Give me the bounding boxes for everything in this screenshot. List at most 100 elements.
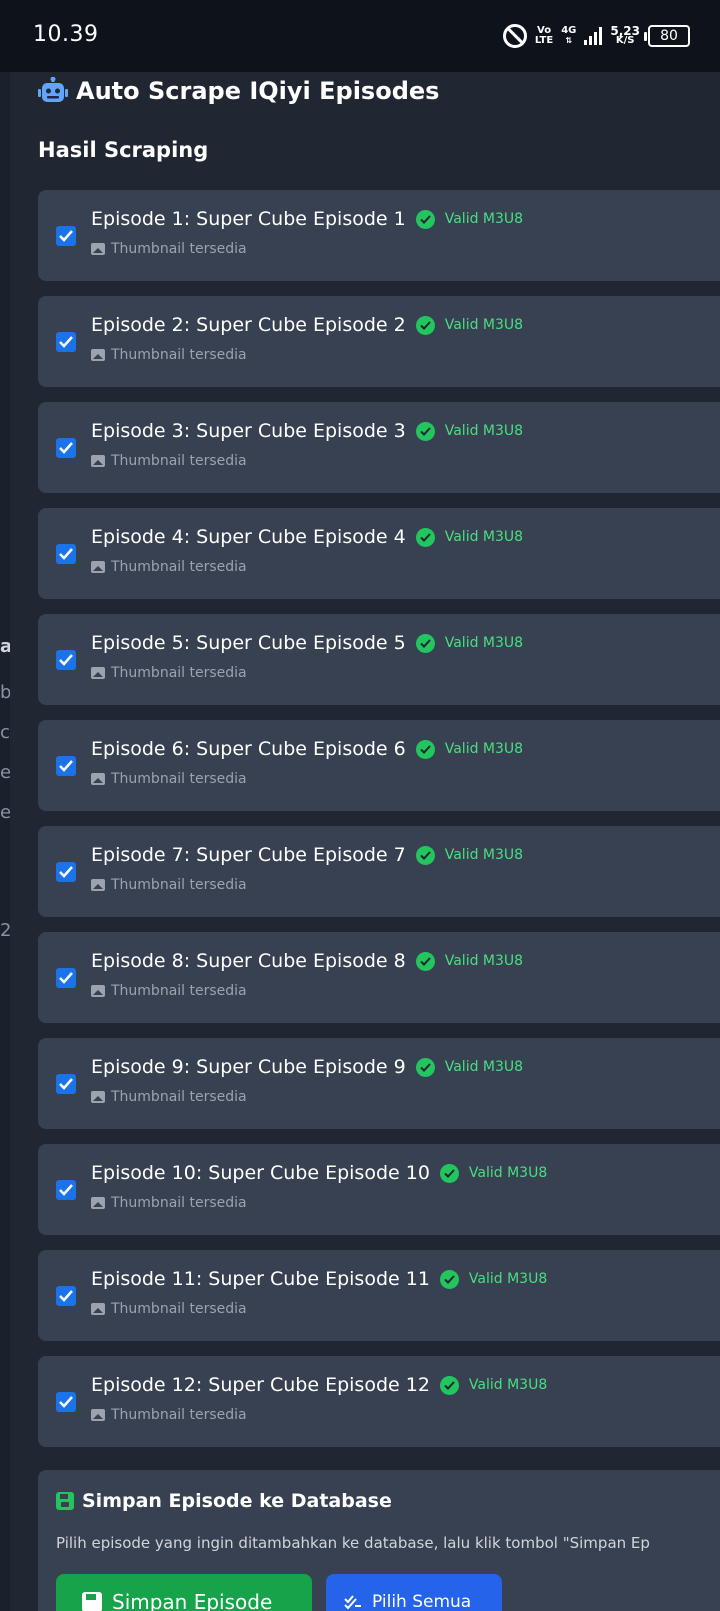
thumbnail-status: Thumbnail tersedia	[91, 877, 247, 893]
thumbnail-text: Thumbnail tersedia	[111, 1301, 247, 1317]
episode-title-row: Episode 1: Super Cube Episode 1 Valid M3U…	[91, 208, 523, 230]
episode-status: Valid M3U8	[468, 1271, 548, 1287]
episode-status: Valid M3U8	[444, 741, 524, 757]
thumbnail-text: Thumbnail tersedia	[111, 877, 247, 893]
check-circle-icon	[415, 527, 435, 547]
thumbnail-text: Thumbnail tersedia	[111, 559, 247, 575]
episode-checkbox[interactable]	[56, 1392, 76, 1412]
image-icon	[91, 1303, 105, 1315]
episode-title: Episode 1: Super Cube Episode 1	[91, 208, 406, 230]
episode-title-row: Episode 6: Super Cube Episode 6 Valid M3U…	[91, 738, 523, 760]
episode-card: Episode 2: Super Cube Episode 2 Valid M3U…	[38, 296, 720, 387]
episode-status: Valid M3U8	[444, 635, 524, 651]
image-icon	[91, 773, 105, 785]
episode-status: Valid M3U8	[444, 1059, 524, 1075]
modal-title: Auto Scrape IQiyi Episodes	[38, 76, 440, 105]
image-icon	[91, 1091, 105, 1103]
episode-checkbox[interactable]	[56, 1180, 76, 1200]
status-bar: 10.39 Vo LTE 4G ⇅ 5,23 K/S 80	[0, 0, 720, 72]
signal-icon	[584, 27, 603, 45]
network-type: 4G ⇅	[561, 25, 577, 46]
episode-title: Episode 3: Super Cube Episode 3	[91, 420, 406, 442]
check-circle-icon	[415, 1057, 435, 1077]
episode-checkbox[interactable]	[56, 1074, 76, 1094]
episode-checkbox[interactable]	[56, 544, 76, 564]
thumbnail-status: Thumbnail tersedia	[91, 665, 247, 681]
check-circle-icon	[415, 209, 435, 229]
background-text: c	[0, 722, 10, 743]
thumbnail-text: Thumbnail tersedia	[111, 347, 247, 363]
episode-checkbox[interactable]	[56, 226, 76, 246]
episode-checkbox[interactable]	[56, 438, 76, 458]
status-time: 10.39	[33, 22, 99, 47]
episode-title: Episode 7: Super Cube Episode 7	[91, 844, 406, 866]
thumbnail-status: Thumbnail tersedia	[91, 1301, 247, 1317]
volte-indicator: Vo LTE	[534, 25, 554, 46]
episode-checkbox[interactable]	[56, 650, 76, 670]
scrape-modal: Auto Scrape IQiyi Episodes Hasil Scrapin…	[10, 72, 720, 1611]
thumbnail-text: Thumbnail tersedia	[111, 241, 247, 257]
episode-checkbox[interactable]	[56, 1286, 76, 1306]
floppy-disk-icon	[56, 1492, 74, 1510]
episode-title-row: Episode 5: Super Cube Episode 5 Valid M3U…	[91, 632, 523, 654]
thumbnail-status: Thumbnail tersedia	[91, 771, 247, 787]
status-icons: Vo LTE 4G ⇅ 5,23 K/S 80	[502, 22, 690, 50]
image-icon	[91, 985, 105, 997]
image-icon	[91, 879, 105, 891]
episode-title-row: Episode 9: Super Cube Episode 9 Valid M3U…	[91, 1056, 523, 1078]
episode-checkbox[interactable]	[56, 332, 76, 352]
episode-status: Valid M3U8	[444, 953, 524, 969]
episode-status: Valid M3U8	[444, 847, 524, 863]
episode-checkbox[interactable]	[56, 862, 76, 882]
episode-status: Valid M3U8	[468, 1165, 548, 1181]
modal-title-text: Auto Scrape IQiyi Episodes	[76, 77, 440, 105]
episode-card: Episode 3: Super Cube Episode 3 Valid M3U…	[38, 402, 720, 493]
episode-title: Episode 8: Super Cube Episode 8	[91, 950, 406, 972]
episode-title-row: Episode 2: Super Cube Episode 2 Valid M3U…	[91, 314, 523, 336]
thumbnail-text: Thumbnail tersedia	[111, 1195, 247, 1211]
episode-list: Episode 1: Super Cube Episode 1 Valid M3U…	[38, 190, 720, 1462]
image-icon	[91, 243, 105, 255]
episode-card: Episode 5: Super Cube Episode 5 Valid M3U…	[38, 614, 720, 705]
thumbnail-status: Thumbnail tersedia	[91, 559, 247, 575]
episode-title-row: Episode 3: Super Cube Episode 3 Valid M3U…	[91, 420, 523, 442]
image-icon	[91, 1409, 105, 1421]
episode-title: Episode 2: Super Cube Episode 2	[91, 314, 406, 336]
thumbnail-status: Thumbnail tersedia	[91, 1089, 247, 1105]
episode-title-row: Episode 7: Super Cube Episode 7 Valid M3U…	[91, 844, 523, 866]
episode-title: Episode 5: Super Cube Episode 5	[91, 632, 406, 654]
episode-card: Episode 4: Super Cube Episode 4 Valid M3U…	[38, 508, 720, 599]
episode-card: Episode 10: Super Cube Episode 10 Valid M…	[38, 1144, 720, 1235]
check-circle-icon	[439, 1269, 459, 1289]
battery-icon: 80	[644, 25, 690, 47]
image-icon	[91, 1197, 105, 1209]
episode-title: Episode 9: Super Cube Episode 9	[91, 1056, 406, 1078]
thumbnail-status: Thumbnail tersedia	[91, 1195, 247, 1211]
episode-card: Episode 1: Super Cube Episode 1 Valid M3U…	[38, 190, 720, 281]
check-circle-icon	[439, 1163, 459, 1183]
episode-title: Episode 10: Super Cube Episode 10	[91, 1162, 430, 1184]
battery-level: 80	[660, 28, 678, 44]
thumbnail-status: Thumbnail tersedia	[91, 241, 247, 257]
check-circle-icon	[415, 951, 435, 971]
select-all-button[interactable]: Pilih Semua	[326, 1574, 502, 1611]
thumbnail-status: Thumbnail tersedia	[91, 983, 247, 999]
thumbnail-text: Thumbnail tersedia	[111, 453, 247, 469]
episode-checkbox[interactable]	[56, 968, 76, 988]
episode-card: Episode 11: Super Cube Episode 11 Valid M…	[38, 1250, 720, 1341]
results-heading: Hasil Scraping	[38, 138, 209, 162]
thumbnail-status: Thumbnail tersedia	[91, 347, 247, 363]
episode-checkbox[interactable]	[56, 756, 76, 776]
thumbnail-status: Thumbnail tersedia	[91, 453, 247, 469]
save-panel-title: Simpan Episode ke Database	[56, 1490, 392, 1512]
double-check-icon	[344, 1595, 361, 1610]
check-circle-icon	[415, 739, 435, 759]
save-episode-button[interactable]: Simpan Episode	[56, 1574, 312, 1611]
episode-title-row: Episode 10: Super Cube Episode 10 Valid M…	[91, 1162, 547, 1184]
check-circle-icon	[415, 421, 435, 441]
episode-card: Episode 6: Super Cube Episode 6 Valid M3U…	[38, 720, 720, 811]
episode-status: Valid M3U8	[444, 529, 524, 545]
thumbnail-text: Thumbnail tersedia	[111, 1089, 247, 1105]
image-icon	[91, 561, 105, 573]
episode-title: Episode 4: Super Cube Episode 4	[91, 526, 406, 548]
